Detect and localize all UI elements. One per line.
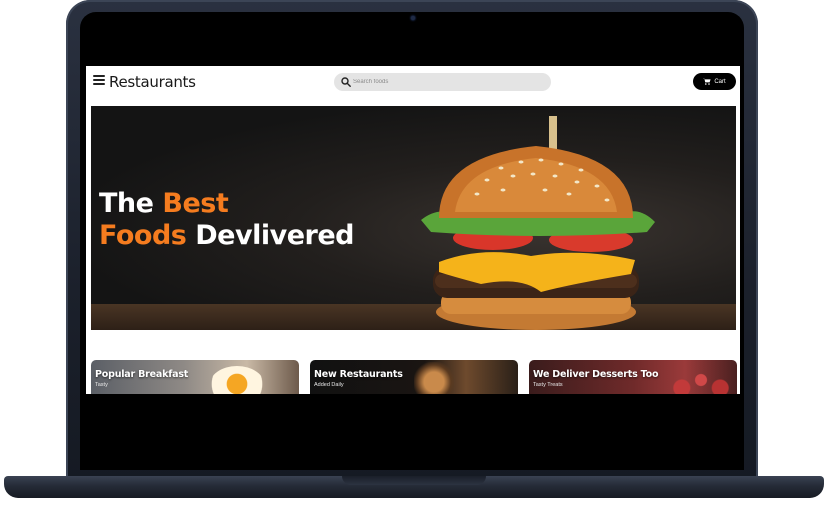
- shopping-cart-icon: [703, 78, 711, 85]
- search-bar[interactable]: [334, 73, 551, 91]
- category-card-subtitle: Tasty: [95, 382, 108, 388]
- category-card-title: We Deliver Desserts Too: [533, 369, 659, 380]
- hamburger-menu-icon[interactable]: [93, 75, 105, 85]
- category-card-desserts[interactable]: We Deliver Desserts Too Tasty Treats: [529, 360, 737, 394]
- category-card-subtitle: Added Daily: [314, 382, 344, 388]
- strawberry-dessert-image: [669, 364, 733, 394]
- hero-text-the: The: [99, 188, 163, 219]
- brand-title[interactable]: Restaurants: [109, 73, 196, 91]
- category-cards: Popular Breakfast Tasty New Restaurants …: [91, 360, 737, 394]
- search-input[interactable]: [353, 73, 543, 91]
- camera-notch: [375, 12, 453, 29]
- burger-image: [421, 116, 655, 330]
- hero-text-foods: Foods: [99, 220, 187, 251]
- search-icon: [341, 77, 351, 87]
- category-card-subtitle: Tasty Treats: [533, 382, 563, 388]
- cart-button[interactable]: Cart: [693, 73, 736, 90]
- category-card-breakfast[interactable]: Popular Breakfast Tasty: [91, 360, 299, 394]
- hero-headline: The Best Foods Devlivered: [99, 188, 354, 252]
- hero-banner: The Best Foods Devlivered: [91, 106, 736, 330]
- hero-headline-line-1: The Best: [99, 188, 354, 220]
- navbar: Restaurants Cart: [86, 66, 740, 99]
- camera-icon: [411, 16, 415, 20]
- breakfast-egg-image: [209, 366, 265, 394]
- category-card-title: Popular Breakfast: [95, 369, 189, 380]
- hero-text-delivered: Devlivered: [186, 220, 354, 251]
- cart-label: Cart: [714, 78, 726, 85]
- screen: Restaurants Cart: [86, 66, 740, 394]
- laptop-base-notch: [342, 476, 486, 485]
- category-card-restaurants[interactable]: New Restaurants Added Daily: [310, 360, 518, 394]
- hero-text-best: Best: [162, 188, 229, 219]
- category-card-title: New Restaurants: [314, 369, 403, 380]
- hero-headline-line-2: Foods Devlivered: [99, 220, 354, 252]
- restaurant-dish-image: [414, 362, 454, 394]
